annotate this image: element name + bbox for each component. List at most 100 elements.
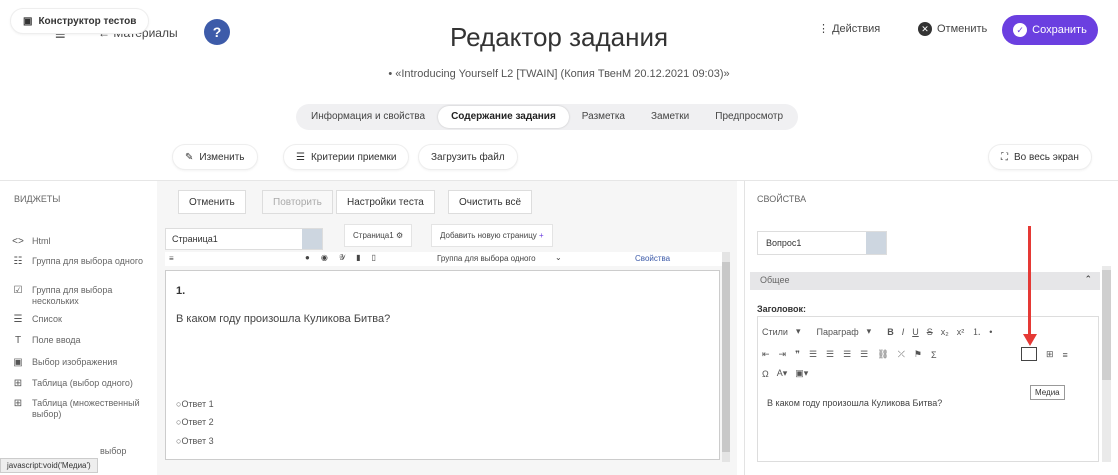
media-icon[interactable]	[1021, 347, 1037, 361]
question-tool-icons[interactable]: ●◉𝒴▮▯	[305, 253, 387, 263]
widget-html[interactable]: <> Html	[12, 236, 156, 247]
link-icon[interactable]: ⛓	[877, 349, 888, 360]
undo-button[interactable]: Отменить	[178, 190, 246, 214]
rich-text-content[interactable]: В каком году произошла Куликова Битва?	[767, 398, 942, 408]
widget-image[interactable]: ▣ Выбор изображения	[12, 357, 156, 368]
pencil-icon: ✎	[185, 151, 194, 163]
redo-button[interactable]: Повторить	[262, 190, 333, 214]
answer-label: Ответ 1	[181, 399, 214, 409]
table-icon[interactable]: ⊞	[1046, 349, 1054, 360]
chevron-down-icon: ▾	[866, 326, 872, 336]
page-select-value: Страница1	[172, 234, 218, 244]
widget-label: Поле ввода	[32, 335, 81, 345]
fullscreen-icon: ⛶	[1001, 151, 1008, 163]
properties-title: СВОЙСТВА	[757, 194, 807, 204]
numbered-list-icon[interactable]: ⒈	[972, 325, 981, 338]
question-type-select[interactable]: Группа для выбора одного	[437, 254, 536, 263]
chevron-down-icon	[302, 229, 322, 249]
tab-info[interactable]: Информация и свойства	[298, 106, 438, 128]
image-icon: ▣	[13, 357, 23, 368]
bg-color-icon[interactable]: ▣▾	[795, 368, 808, 379]
unlink-icon[interactable]: ⤫	[898, 349, 905, 360]
anchor-icon[interactable]: ⚑	[914, 349, 922, 360]
widget-label: Таблица (выбор одного)	[32, 378, 133, 388]
edit-button[interactable]: ✎ Изменить	[172, 144, 258, 170]
editor-toolbar-row3: Ω A▾ ▣▾	[762, 368, 808, 379]
criteria-button[interactable]: ☰ Критерии приемки	[283, 144, 410, 170]
widget-radio-group[interactable]: ☷ Группа для выбора одного	[12, 256, 156, 267]
properties-scrollbar-thumb[interactable]	[1102, 270, 1111, 380]
constructor-button[interactable]: ▣ Конструктор тестов	[10, 8, 150, 34]
general-section-header[interactable]: Общее ⌃	[750, 272, 1100, 290]
tab-content[interactable]: Содержание задания	[438, 106, 569, 128]
strike-icon[interactable]: S	[927, 327, 933, 337]
kebab-icon: ⋮	[818, 23, 833, 35]
answer-option[interactable]: ○Ответ 3	[176, 436, 214, 446]
bold-icon[interactable]: B	[887, 327, 894, 337]
plus-icon: +	[539, 231, 544, 240]
editor-toolbar-row2-end: ⊞ ≡	[1046, 349, 1068, 360]
align-right-icon[interactable]: ☰	[843, 349, 851, 360]
status-bar: javascript:void('Медиа')	[0, 458, 98, 473]
scrollbar-thumb[interactable]	[722, 262, 730, 452]
page-tab[interactable]: Страница1 ⚙	[344, 224, 413, 247]
omega-icon[interactable]: Ω	[762, 369, 769, 379]
edit-label: Изменить	[199, 151, 245, 163]
tab-markup[interactable]: Разметка	[569, 106, 638, 128]
test-settings-button[interactable]: Настройки теста	[336, 190, 435, 214]
save-button[interactable]: ✓ Сохранить	[1002, 15, 1098, 45]
widget-table-single[interactable]: ⊞ Таблица (выбор одного)	[12, 378, 156, 389]
page-select[interactable]: Страница1	[165, 228, 323, 250]
tab-preview[interactable]: Предпросмотр	[702, 106, 796, 128]
cancel-button[interactable]: ✕ Отменить	[918, 22, 987, 36]
italic-icon[interactable]: I	[902, 327, 905, 337]
widgets-title: ВИДЖЕТЫ	[14, 194, 61, 204]
styles-select[interactable]: Стили	[762, 327, 788, 337]
widget-label: Таблица (множественный выбор)	[32, 398, 140, 419]
bullet-list-icon[interactable]: •	[989, 327, 992, 337]
format-select[interactable]: Параграф	[816, 327, 858, 337]
upload-button[interactable]: Загрузить файл	[418, 144, 518, 170]
widget-checkbox-group[interactable]: ☑ Группа для выбора нескольких	[12, 285, 156, 307]
quote-icon[interactable]: ❞	[795, 349, 800, 360]
widget-list[interactable]: ☰ Список	[12, 314, 156, 325]
properties-button[interactable]: Свойства	[635, 254, 670, 263]
align-center-icon[interactable]: ☰	[826, 349, 834, 360]
outdent-icon[interactable]: ⇤	[762, 349, 770, 360]
chevron-down-icon: ⌄	[555, 253, 562, 262]
list-icon: ☰	[13, 314, 23, 325]
widget-label: Html	[32, 236, 51, 246]
fullscreen-button[interactable]: ⛶ Во весь экран	[988, 144, 1092, 170]
widget-input[interactable]: T Поле ввода	[12, 335, 156, 346]
drag-handle-icon[interactable]: ≡	[169, 254, 174, 263]
actions-button[interactable]: ⋮ Действия	[818, 22, 880, 35]
annotation-arrow-line	[1028, 226, 1031, 338]
answer-option[interactable]: ○Ответ 2	[176, 417, 214, 427]
indent-icon[interactable]: ⇥	[779, 349, 787, 360]
tab-bar: Информация и свойства Содержание задания…	[296, 104, 799, 130]
question-toolbar: ≡ ●◉𝒴▮▯ Группа для выбора одного ⌄ Свойс…	[165, 252, 725, 266]
text-color-icon[interactable]: A▾	[777, 368, 788, 379]
answer-option[interactable]: ○Ответ 1	[176, 399, 214, 409]
question-select[interactable]: Вопрос1	[757, 231, 887, 255]
horizontal-line-icon[interactable]: ≡	[1063, 350, 1068, 360]
underline-icon[interactable]: U	[912, 327, 919, 337]
radio-list-icon: ☷	[13, 256, 23, 267]
answer-label: Ответ 2	[181, 417, 214, 427]
sigma-icon[interactable]: Σ	[931, 350, 937, 360]
help-icon[interactable]: ?	[204, 19, 230, 45]
chevron-down-icon	[866, 232, 886, 254]
clear-all-button[interactable]: Очистить всё	[448, 190, 533, 214]
filter-icon: ☰	[296, 151, 305, 163]
subscript-icon[interactable]: x₂	[941, 327, 949, 337]
tab-notes[interactable]: Заметки	[638, 106, 702, 128]
justify-icon[interactable]: ☰	[860, 349, 868, 360]
question-text[interactable]: В каком году произошла Куликова Битва?	[176, 313, 390, 325]
add-page-button[interactable]: Добавить новую страницу +	[431, 224, 553, 247]
question-card[interactable]: 1. В каком году произошла Куликова Битва…	[165, 270, 720, 460]
widget-table-multi[interactable]: ⊞ Таблица (множественный выбор)	[12, 398, 156, 420]
superscript-icon[interactable]: x²	[957, 327, 965, 337]
align-left-icon[interactable]: ☰	[809, 349, 817, 360]
add-page-label: Добавить новую страницу	[440, 231, 537, 240]
check-icon: ✓	[1013, 23, 1028, 37]
